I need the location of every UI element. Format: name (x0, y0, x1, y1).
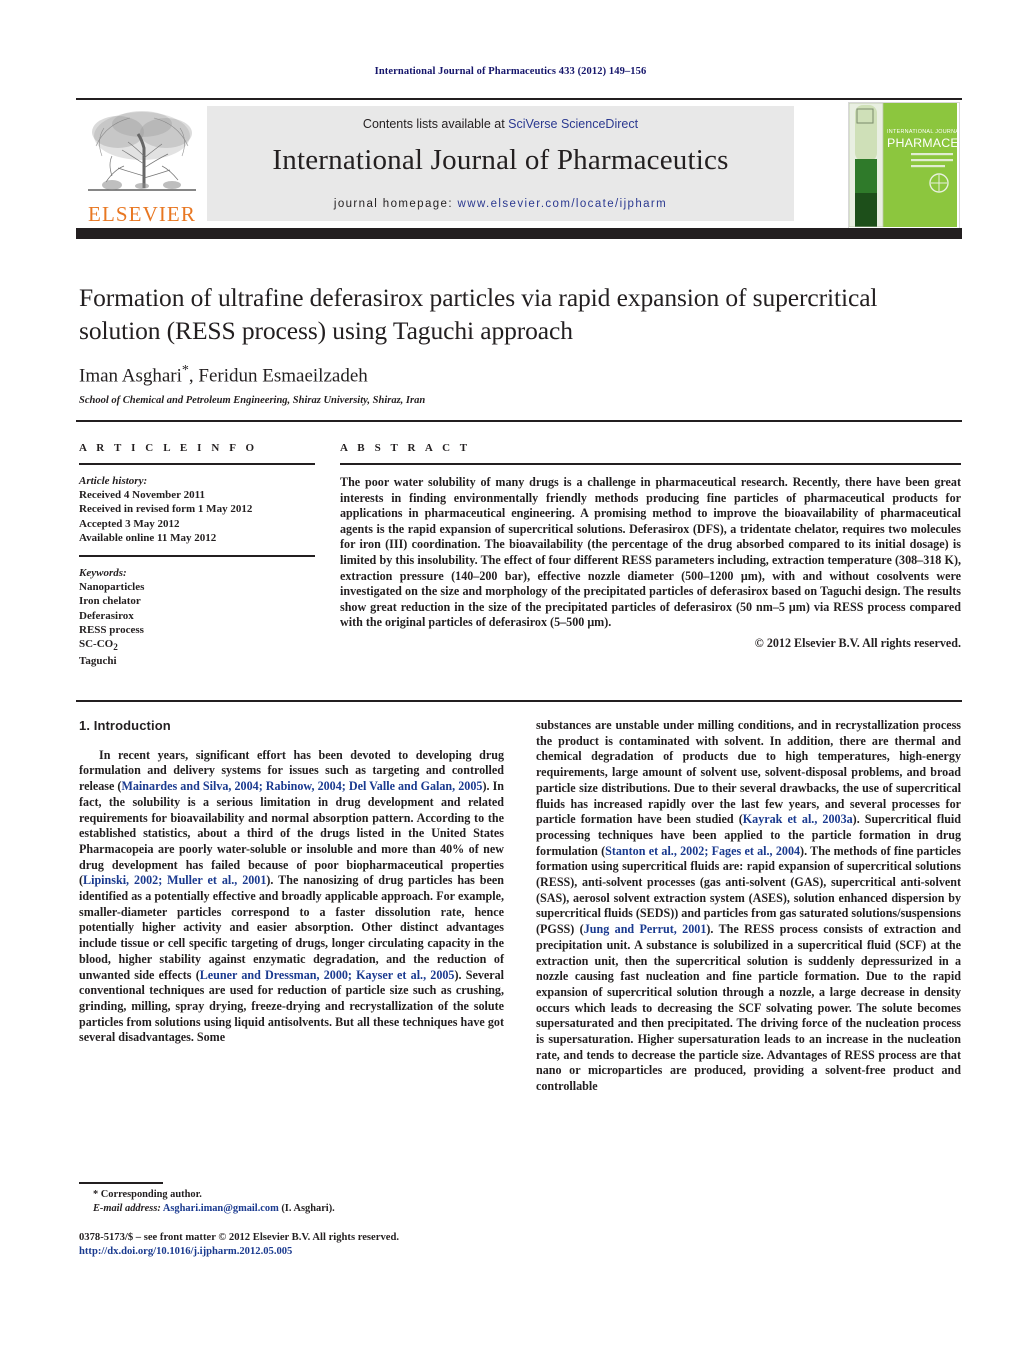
masthead-bottom-bar (76, 228, 962, 239)
paragraph: In recent years, significant effort has … (79, 748, 504, 1046)
paragraph-text: ). In fact, the solubility is a serious … (79, 779, 505, 888)
citation-ref[interactable]: Kayrak et al., 2003a (743, 812, 853, 826)
elsevier-tree-icon (82, 106, 202, 202)
imprint-block: 0378-5173/$ – see front matter © 2012 El… (79, 1231, 539, 1260)
homepage-prefix: journal homepage: (333, 198, 458, 210)
homepage-url-link[interactable]: www.elsevier.com/locate/ijpharm (458, 198, 668, 210)
abstract-rule (340, 463, 961, 465)
abstract-label: A B S T R A C T (340, 442, 471, 454)
keyword-item: Deferasirox (79, 609, 134, 622)
paragraph: substances are unstable under milling co… (536, 718, 961, 1095)
keyword-item: Nanoparticles (79, 581, 145, 594)
article-info-column: A R T I C L E I N F O Article history: R… (79, 442, 321, 669)
keyword-item-sc-co2: SC-CO2 (79, 637, 321, 654)
abstract-text: The poor water solubility of many drugs … (340, 475, 961, 630)
abstract-copyright: © 2012 Elsevier B.V. All rights reserved… (754, 635, 961, 650)
affiliation: School of Chemical and Petroleum Enginee… (79, 395, 426, 407)
article-history-label: Article history: (79, 475, 148, 487)
elsevier-logo: ELSEVIER (80, 106, 204, 228)
author-first: Iman Asghari (79, 365, 182, 387)
journal-cover-thumbnail: INTERNATIONAL JOURNAL OF PHARMACEUTICS (848, 102, 960, 230)
section-heading-introduction: 1. Introduction (79, 718, 171, 733)
citation-ref[interactable]: Stanton et al., 2002; Fages et al., 2004 (605, 844, 800, 858)
body-column-right: substances are unstable under milling co… (536, 718, 961, 1095)
citation-ref[interactable]: Lipinski, 2002; Muller et al., 2001 (83, 873, 266, 887)
keyword-sc-co2-base: SC-CO (79, 638, 114, 651)
title-block: Formation of ultrafine deferasirox parti… (79, 281, 959, 406)
article-info-rule (79, 463, 315, 465)
contents-prefix: Contents lists available at (362, 117, 509, 131)
journal-title: International Journal of Pharmaceutics (272, 144, 729, 176)
citation-ref[interactable]: Jung and Perrut, 2001 (584, 922, 707, 936)
page-title: Formation of ultrafine deferasirox parti… (79, 283, 878, 345)
issn-line: 0378-5173/$ – see front matter © 2012 El… (79, 1232, 399, 1243)
footnote-rule (79, 1182, 163, 1184)
author-list: Iman Asghari*, Feridun Esmaeilzadeh (79, 363, 959, 387)
footnote-block: * Corresponding author. E-mail address: … (79, 1188, 504, 1215)
keyword-item: RESS process (79, 623, 144, 636)
keywords-block: Keywords: Nanoparticles Iron chelator De… (79, 566, 321, 669)
paragraph-text: substances are unstable under milling co… (536, 718, 961, 827)
sciencedirect-link[interactable]: SciVerse ScienceDirect (508, 117, 638, 131)
body-column-left: 1. Introduction In recent years, signifi… (79, 718, 504, 1046)
history-item: Received 4 November 2011 (79, 489, 205, 502)
article-info-label: A R T I C L E I N F O (79, 442, 258, 454)
email-note: E-mail address: Asghari.iman@gmail.com (… (79, 1202, 504, 1216)
email-link[interactable]: Asghari.iman@gmail.com (163, 1203, 279, 1214)
paragraph-text: ). The RESS process consists of extracti… (536, 922, 961, 1094)
abstract-column: A B S T R A C T The poor water solubilit… (340, 442, 961, 651)
homepage-line: journal homepage: www.elsevier.com/locat… (207, 198, 794, 210)
paragraph-text: ). The nanosizing of drug particles has … (79, 873, 504, 982)
journal-masthead: ELSEVIER Contents lists available at Sci… (76, 98, 962, 239)
keyword-item: Taguchi (79, 655, 117, 668)
journal-band: Contents lists available at SciVerse Sci… (207, 106, 794, 221)
corresponding-author-marker: * (181, 363, 189, 378)
history-item: Received in revised form 1 May 2012 (79, 503, 253, 516)
email-label: E-mail address: (93, 1202, 161, 1214)
author-rest: , Feridun Esmaeilzadeh (188, 365, 368, 387)
info-top-rule (76, 420, 962, 422)
history-item: Accepted 3 May 2012 (79, 517, 180, 530)
corresponding-author-note: * Corresponding author. (93, 1189, 202, 1200)
running-head: International Journal of Pharmaceutics 4… (374, 66, 647, 77)
citation-ref[interactable]: Leuner and Dressman, 2000; Kayser et al.… (200, 968, 455, 982)
svg-text:INTERNATIONAL JOURNAL OF: INTERNATIONAL JOURNAL OF (887, 129, 957, 135)
keywords-label: Keywords: (79, 567, 127, 580)
keyword-sc-co2-subscript: 2 (113, 642, 118, 653)
paper-page: International Journal of Pharmaceutics 4… (0, 0, 1021, 1351)
masthead-top-rule (76, 98, 962, 100)
doi-link[interactable]: http://dx.doi.org/10.1016/j.ijpharm.2012… (79, 1245, 539, 1259)
abstract-bottom-rule (76, 700, 962, 702)
keyword-item: Iron chelator (79, 595, 141, 608)
keywords-rule (79, 555, 315, 558)
contents-line: Contents lists available at SciVerse Sci… (207, 117, 794, 131)
elsevier-wordmark: ELSEVIER (88, 202, 196, 226)
article-history-block: Article history: Received 4 November 201… (79, 474, 321, 545)
svg-text:PHARMACEUTICS: PHARMACEUTICS (887, 136, 957, 150)
history-item: Available online 11 May 2012 (79, 531, 217, 544)
email-suffix: (I. Asghari). (278, 1202, 335, 1214)
citation-ref[interactable]: Mainardes and Silva, 2004; Rabinow, 2004… (121, 779, 482, 793)
